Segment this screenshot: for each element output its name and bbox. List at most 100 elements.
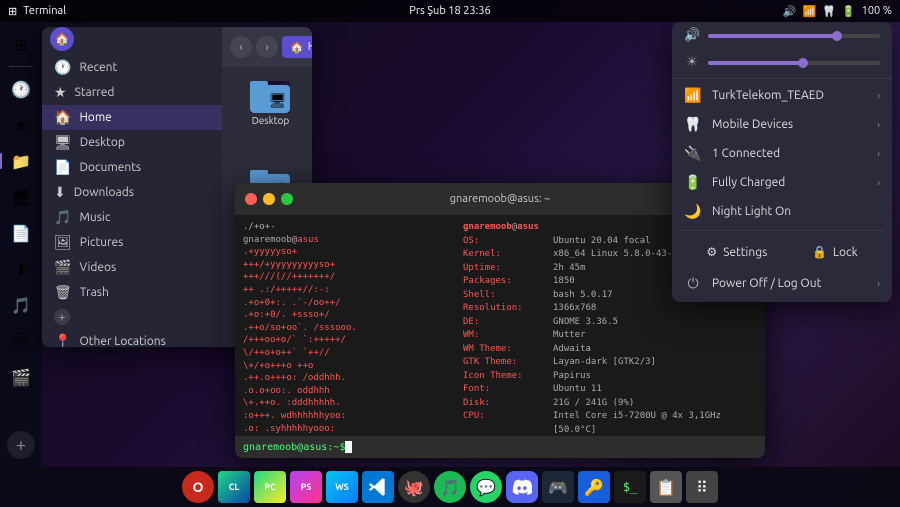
dock-add-button[interactable]: +	[7, 431, 35, 459]
taskbar-phpstorm[interactable]: PS	[290, 471, 322, 503]
tray-power-off-item[interactable]: ⏻ Power Off / Log Out ›	[672, 269, 892, 298]
tray-power-item[interactable]: 🔌 1 Connected ›	[672, 139, 892, 168]
ascii-line: ./+o+-	[243, 221, 447, 234]
dock-item-desktop[interactable]: 🖥	[5, 181, 37, 213]
taskbar-opera[interactable]: O	[182, 471, 214, 503]
terminal-hostname: asus	[517, 221, 539, 235]
taskbar: O CL PC PS WS 🐙 🎵 💬 🎮 🔑 $_ 📋 ⠿	[0, 467, 900, 507]
fm-sidebar-home[interactable]: 🏠 Home	[42, 105, 222, 130]
dock-item-docs[interactable]: 📄	[5, 217, 37, 249]
volume-slider[interactable]	[708, 34, 880, 38]
tray-settings-button[interactable]: ⚙ Settings	[698, 241, 775, 263]
taskbar-clion[interactable]: CL	[218, 471, 250, 503]
terminal-bottom-prompt: gnaremoob@asus:~$	[243, 442, 345, 453]
terminal-res-value: 1366x768	[553, 302, 596, 316]
terminal-kernel-label: Kernel:	[463, 248, 553, 262]
terminal-de-value: GNOME 3.36.5	[553, 316, 618, 330]
dock-item-starred[interactable]: ★	[5, 109, 37, 141]
terminal-de-label: DE:	[463, 316, 553, 330]
brightness-fill	[708, 61, 803, 65]
desktop-icon: 🖥	[54, 134, 72, 151]
tray-power-arrow: ›	[877, 148, 880, 159]
fm-sidebar-other-locations[interactable]: 📍 Other Locations	[42, 329, 222, 347]
taskbar-terminal[interactable]: $_	[614, 471, 646, 503]
terminal-disk-row: Disk: 21G / 241G (9%)	[463, 397, 757, 411]
taskbar-whatsapp[interactable]: 💬	[470, 471, 502, 503]
fm-sidebar-downloads[interactable]: ⬇ Downloads	[42, 180, 222, 205]
downloads-icon: ⬇	[54, 184, 66, 201]
terminal-res-row: Resolution: 1366x768	[463, 302, 757, 316]
taskbar-apps-grid[interactable]: ⠿	[686, 471, 718, 503]
topbar-apps-icon[interactable]: ⊞	[8, 5, 17, 18]
music-icon: 🎵	[54, 209, 71, 226]
taskbar-github[interactable]: 🐙	[398, 471, 430, 503]
dock-item-files[interactable]: 📁	[5, 145, 37, 177]
terminal-shell-value: bash 5.0.17	[553, 289, 613, 303]
fm-forward-button[interactable]: ›	[256, 36, 278, 58]
taskbar-webstorm[interactable]: WS	[326, 471, 358, 503]
terminal-wm-theme-value: Adwaita	[553, 343, 591, 357]
terminal-minimize-button[interactable]	[263, 193, 275, 205]
dock-item-recent[interactable]: 🕐	[5, 73, 37, 105]
dock-item-music[interactable]: 🎵	[5, 289, 37, 321]
trash-icon: 🗑	[54, 284, 72, 301]
taskbar-pycharm[interactable]: PC	[254, 471, 286, 503]
volume-fill	[708, 34, 837, 38]
taskbar-spotify[interactable]: 🎵	[434, 471, 466, 503]
topbar-terminal-label[interactable]: Terminal	[23, 5, 66, 17]
taskbar-vscode[interactable]	[362, 471, 394, 503]
fm-sidebar-documents-label: Documents	[79, 161, 141, 174]
settings-icon: ⚙	[706, 245, 717, 259]
topbar-battery-icon[interactable]: 🔋	[842, 5, 856, 18]
ascii-line: +++/+yyyyyyyyyso+	[243, 259, 447, 272]
fm-sidebar-videos[interactable]: 🎬 Videos	[42, 255, 222, 280]
recent-icon: 🕐	[54, 59, 71, 76]
terminal-gtk-value: Layan-dark [GTK2/3]	[553, 356, 656, 370]
topbar-right: 🔊 📶 🦷 🔋 100 %	[783, 5, 892, 18]
terminal-maximize-button[interactable]	[281, 193, 293, 205]
tray-power-off-arrow: ›	[877, 278, 880, 289]
terminal-ascii-art: ./+o+- gnaremoob@asus .+yyyyyso+ +++/+yy…	[235, 215, 455, 436]
fm-sidebar-starred[interactable]: ★ Starred	[42, 80, 222, 105]
dock-item-dash[interactable]: ⊞	[5, 28, 37, 60]
videos-icon: 🎬	[54, 259, 71, 276]
taskbar-files[interactable]: 📋	[650, 471, 682, 503]
dock-item-pictures[interactable]: 🖼	[5, 325, 37, 357]
topbar-volume-icon[interactable]: 🔊	[783, 5, 797, 18]
fm-path-bar[interactable]: 🏠 Home ▾	[282, 36, 312, 58]
fm-sidebar: 🏠 🕐 Recent ★ Starred 🏠 Home 🖥 Desktop	[42, 27, 222, 347]
fm-sidebar-trash[interactable]: 🗑 Trash	[42, 280, 222, 305]
fm-sidebar-recent[interactable]: 🕐 Recent	[42, 55, 222, 80]
bluetooth-icon: 🦷	[684, 116, 702, 133]
fm-header: ‹ › 🏠 Home ▾ 🔍 ☰ ⋮	[222, 27, 312, 67]
ascii-line: /+++oo+o/` `:+++++/	[243, 334, 447, 347]
list-item[interactable]: 🖥 Desktop	[230, 75, 311, 160]
topbar-bluetooth-icon[interactable]: 🦷	[822, 5, 836, 18]
tray-wifi-item[interactable]: 📶 TurkTelekom_TEAED ›	[672, 81, 892, 110]
fm-sidebar-music[interactable]: 🎵 Music	[42, 205, 222, 230]
tray-lock-button[interactable]: 🔒 Lock	[804, 241, 866, 263]
fm-home-icon-path: 🏠	[290, 41, 304, 54]
folder-icon: 🖥	[250, 81, 290, 113]
fm-back-button[interactable]: ‹	[230, 36, 252, 58]
brightness-slider[interactable]	[708, 61, 880, 65]
tray-bluetooth-label: Mobile Devices	[712, 118, 867, 131]
taskbar-steam[interactable]: 🎮	[542, 471, 574, 503]
taskbar-bitwarden[interactable]: 🔑	[578, 471, 610, 503]
fm-sidebar-desktop[interactable]: 🖥 Desktop	[42, 130, 222, 155]
topbar-network-icon[interactable]: 📶	[803, 5, 817, 18]
tray-battery-item[interactable]: 🔋 Fully Charged ›	[672, 168, 892, 197]
fm-sidebar-add-button[interactable]: +	[54, 309, 70, 325]
lock-icon: 🔒	[812, 245, 827, 259]
terminal-close-button[interactable]	[245, 193, 257, 205]
tray-bluetooth-item[interactable]: 🦷 Mobile Devices ›	[672, 110, 892, 139]
fm-sidebar-documents[interactable]: 📄 Documents	[42, 155, 222, 180]
fm-sidebar-pictures[interactable]: 🖼 Pictures	[42, 230, 222, 255]
terminal-wm-label: WM:	[463, 329, 553, 343]
tray-bluetooth-arrow: ›	[877, 119, 880, 130]
taskbar-discord[interactable]	[506, 471, 538, 503]
ascii-line: \+.++o. :dddhhhhh.	[243, 397, 447, 410]
dock-item-downloads[interactable]: ⬇	[5, 253, 37, 285]
tray-night-light-item[interactable]: 🌙 Night Light On	[672, 197, 892, 226]
dock-item-videos[interactable]: 🎬	[5, 361, 37, 393]
